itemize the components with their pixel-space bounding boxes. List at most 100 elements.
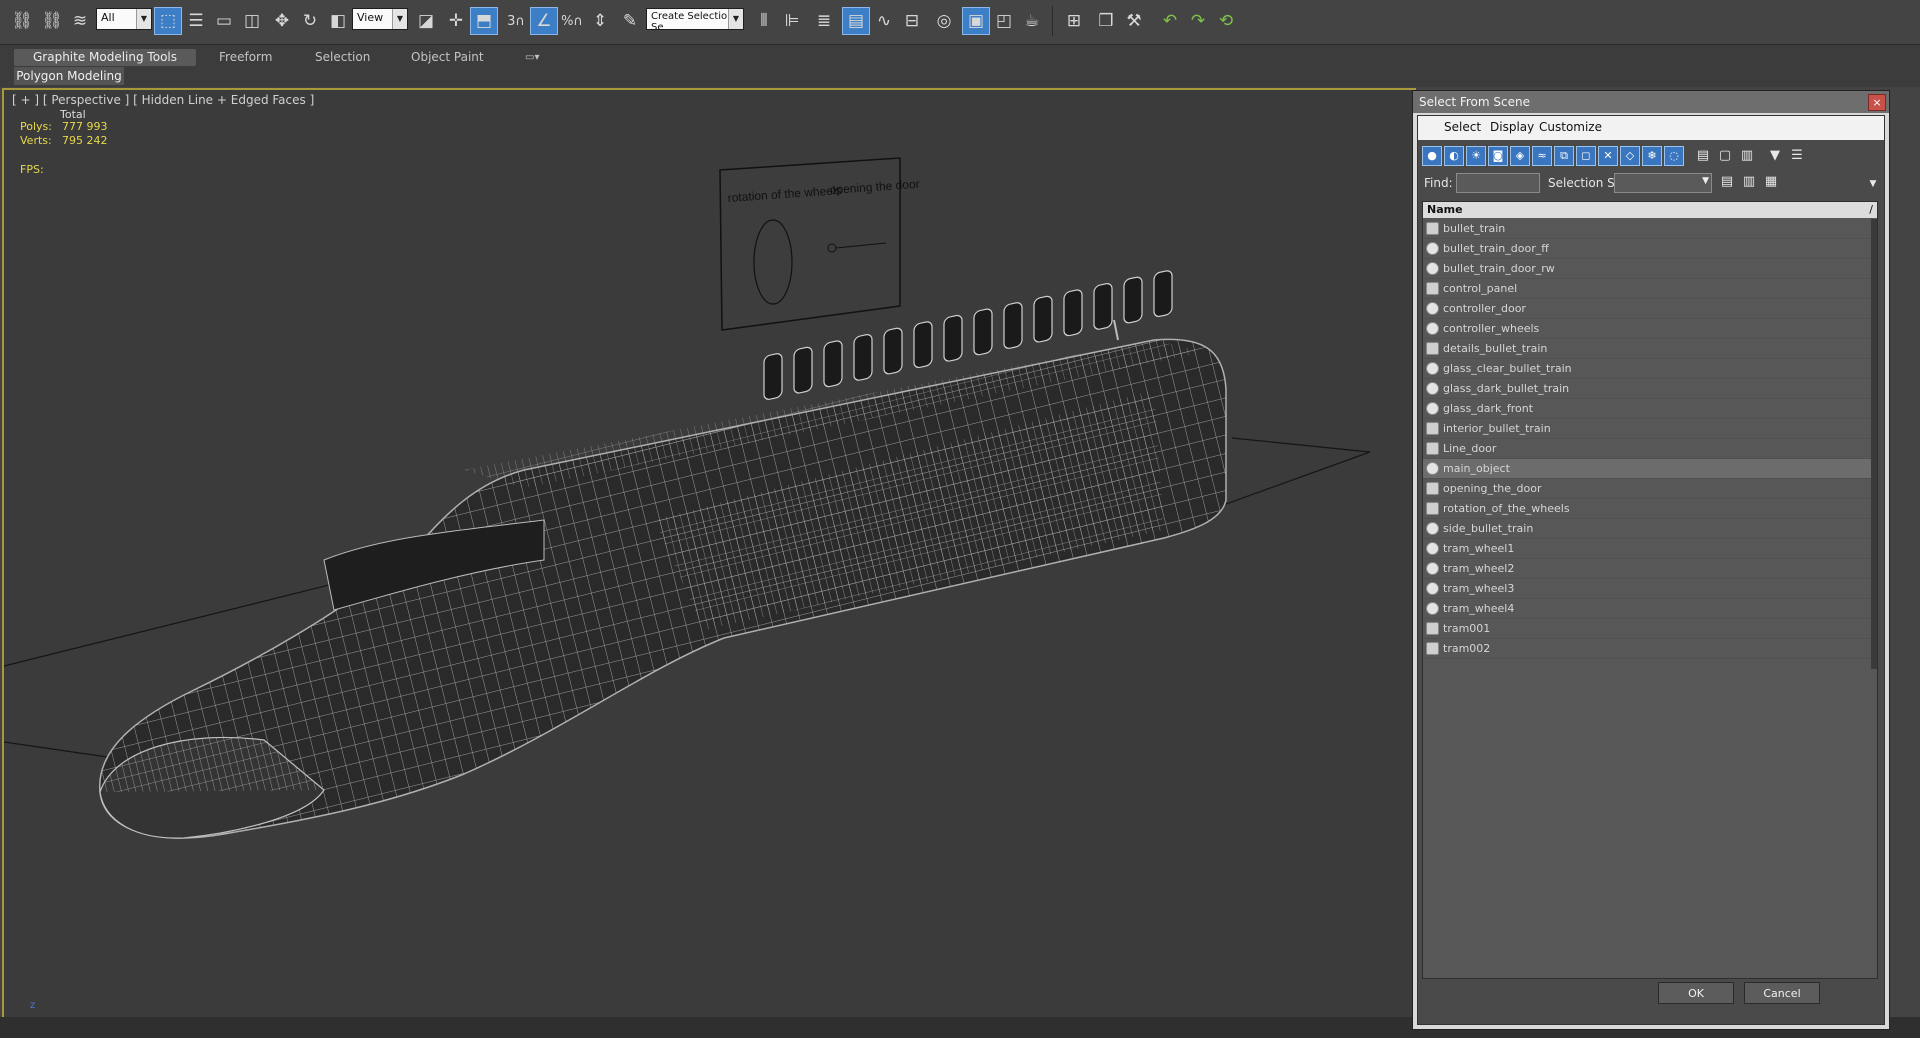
filter-options-icon[interactable]: ☰ [1788,146,1806,166]
move-icon[interactable]: ✥ [268,7,296,35]
angle-snap-icon[interactable]: ∠ [530,7,558,35]
container-icon[interactable]: ❒ [1092,7,1120,35]
ok-button[interactable]: OK [1658,982,1734,1004]
display-frozen-icon[interactable]: ❄ [1642,146,1662,166]
spinner-snap-icon[interactable]: ⇕ [586,7,614,35]
rendered-frame-window-icon[interactable]: ◰ [990,7,1018,35]
schematic-view-icon[interactable]: ⊟ [898,7,926,35]
snaps-toggle-icon[interactable]: 3 ∩ [502,7,530,35]
list-item[interactable]: tram_wheel1 [1423,539,1877,559]
list-item[interactable]: opening_the_door [1423,479,1877,499]
display-none-icon[interactable]: ▢ [1716,146,1734,166]
render-setup-icon[interactable]: ▣ [962,7,990,35]
list-item[interactable]: main_object [1423,459,1877,479]
display-containers-icon[interactable]: ◇ [1620,146,1640,166]
scale-icon[interactable]: ◧ [324,7,352,35]
select-object-icon[interactable]: ⬚ [154,7,182,35]
list-item[interactable]: glass_clear_bullet_train [1423,359,1877,379]
select-dependents-icon[interactable]: ▥ [1740,172,1758,192]
select-list-icon[interactable]: ▤ [1718,172,1736,192]
list-item[interactable]: tram_wheel3 [1423,579,1877,599]
list-item[interactable]: bullet_train [1423,219,1877,239]
list-item[interactable]: glass_dark_bullet_train [1423,379,1877,399]
list-item[interactable]: details_bullet_train [1423,339,1877,359]
list-item[interactable]: controller_door [1423,299,1877,319]
cancel-button[interactable]: Cancel [1744,982,1820,1004]
list-item[interactable]: tram_wheel2 [1423,559,1877,579]
expand-icon[interactable]: ▼ [1864,174,1882,194]
viewport-label[interactable]: [ + ] [ Perspective ] [ Hidden Line + Ed… [12,93,314,107]
link-icon[interactable]: ⛓ [8,7,36,35]
select-children-icon[interactable]: ▦ [1762,172,1780,192]
column-header-name[interactable]: Name / [1423,202,1877,218]
layer-manager-icon[interactable]: ≣ [810,7,838,35]
window-crossing-icon[interactable]: ◫ [238,7,266,35]
pivot-center-icon[interactable]: ◪ [412,7,440,35]
ribbon-options-icon[interactable]: ▭▾ [525,49,539,66]
rotate-icon[interactable]: ↻ [296,7,324,35]
display-groups-icon[interactable]: ⧉ [1554,146,1574,166]
curve-editor-icon[interactable]: ∿ [870,7,898,35]
list-item[interactable]: bullet_train_door_ff [1423,239,1877,259]
align-icon[interactable]: ⊫ [778,7,806,35]
undo-scene-icon[interactable]: ↶ [1156,7,1184,35]
named-selection-sets-dropdown[interactable]: Create Selection Se ▼ [646,8,744,33]
bind-spacewarp-icon[interactable]: ≋ [66,7,94,35]
list-item[interactable]: tram002 [1423,639,1877,659]
display-lights-icon[interactable]: ☀ [1466,146,1486,166]
mirror-icon[interactable]: ⫴ [750,7,778,35]
tab-selection[interactable]: Selection [315,49,370,66]
list-item[interactable]: side_bullet_train [1423,519,1877,539]
tab-object-paint[interactable]: Object Paint [411,49,484,66]
list-item[interactable]: controller_wheels [1423,319,1877,339]
list-item[interactable]: rotation_of_the_wheels [1423,499,1877,519]
menu-display[interactable]: Display [1490,120,1534,134]
hammer-tool-icon[interactable]: ⚒ [1120,7,1148,35]
display-bones-icon[interactable]: ✕ [1598,146,1618,166]
list-item[interactable]: bullet_train_door_rw [1423,259,1877,279]
filter-icon[interactable]: ▼ [1766,146,1784,166]
scene-object-list[interactable]: Name / bullet_train bullet_train_door_ff bu… [1422,201,1878,979]
tab-freeform[interactable]: Freeform [219,49,272,66]
hold-scene-icon[interactable]: ⟲ [1212,7,1240,35]
redo-scene-icon[interactable]: ↷ [1184,7,1212,35]
list-item[interactable]: glass_dark_front [1423,399,1877,419]
tab-polygon-modeling[interactable]: Polygon Modeling [14,67,124,85]
display-shapes-icon[interactable]: ◐ [1444,146,1464,166]
display-hidden-icon[interactable]: ◌ [1664,146,1684,166]
menu-select[interactable]: Select [1444,120,1481,134]
list-item[interactable]: tram001 [1423,619,1877,639]
display-helpers-icon[interactable]: ◈ [1510,146,1530,166]
display-spacewarps-icon[interactable]: ≈ [1532,146,1552,166]
select-by-name-icon[interactable]: ☰ [182,7,210,35]
tab-graphite-modeling-tools[interactable]: Graphite Modeling Tools [14,49,196,66]
select-manipulate-icon[interactable]: ✛ [442,7,470,35]
display-all-icon[interactable]: ▤ [1694,146,1712,166]
close-icon[interactable]: × [1868,94,1886,111]
display-geometry-icon[interactable]: ● [1422,146,1442,166]
list-item[interactable]: control_panel [1423,279,1877,299]
rectangular-selection-icon[interactable]: ▭ [210,7,238,35]
perspective-viewport[interactable]: rotation of the wheels opening the door [2,88,1416,1019]
list-scrollbar[interactable] [1871,219,1877,669]
display-xrefs-icon[interactable]: ◻ [1576,146,1596,166]
dialog-title[interactable]: Select From Scene [1413,91,1889,113]
selection-set-dropdown[interactable]: ▼ [1614,173,1712,193]
material-editor-icon[interactable]: ◎ [930,7,958,35]
render-teapot-icon[interactable]: ☕ [1018,7,1046,35]
list-item[interactable]: Line_door [1423,439,1877,459]
display-cameras-icon[interactable]: ◙ [1488,146,1508,166]
display-invert-icon[interactable]: ▥ [1738,146,1756,166]
list-item[interactable]: interior_bullet_train [1423,419,1877,439]
menu-customize[interactable]: Customize [1539,120,1602,134]
edit-named-selection-icon[interactable]: ✎ [616,7,644,35]
graphite-toggle-icon[interactable]: ▤ [842,7,870,35]
find-input[interactable] [1456,173,1540,193]
scene-explorer-icon[interactable]: ⊞ [1060,7,1088,35]
selection-filter-dropdown[interactable]: All ▼ [96,8,152,30]
percent-snap-icon[interactable]: % ∩ [558,7,586,35]
list-item[interactable]: tram_wheel4 [1423,599,1877,619]
unlink-icon[interactable]: ⛓ [38,7,66,35]
keyboard-shortcut-override-icon[interactable]: ⬒ [470,7,498,35]
reference-coordinate-dropdown[interactable]: View ▼ [352,8,408,30]
